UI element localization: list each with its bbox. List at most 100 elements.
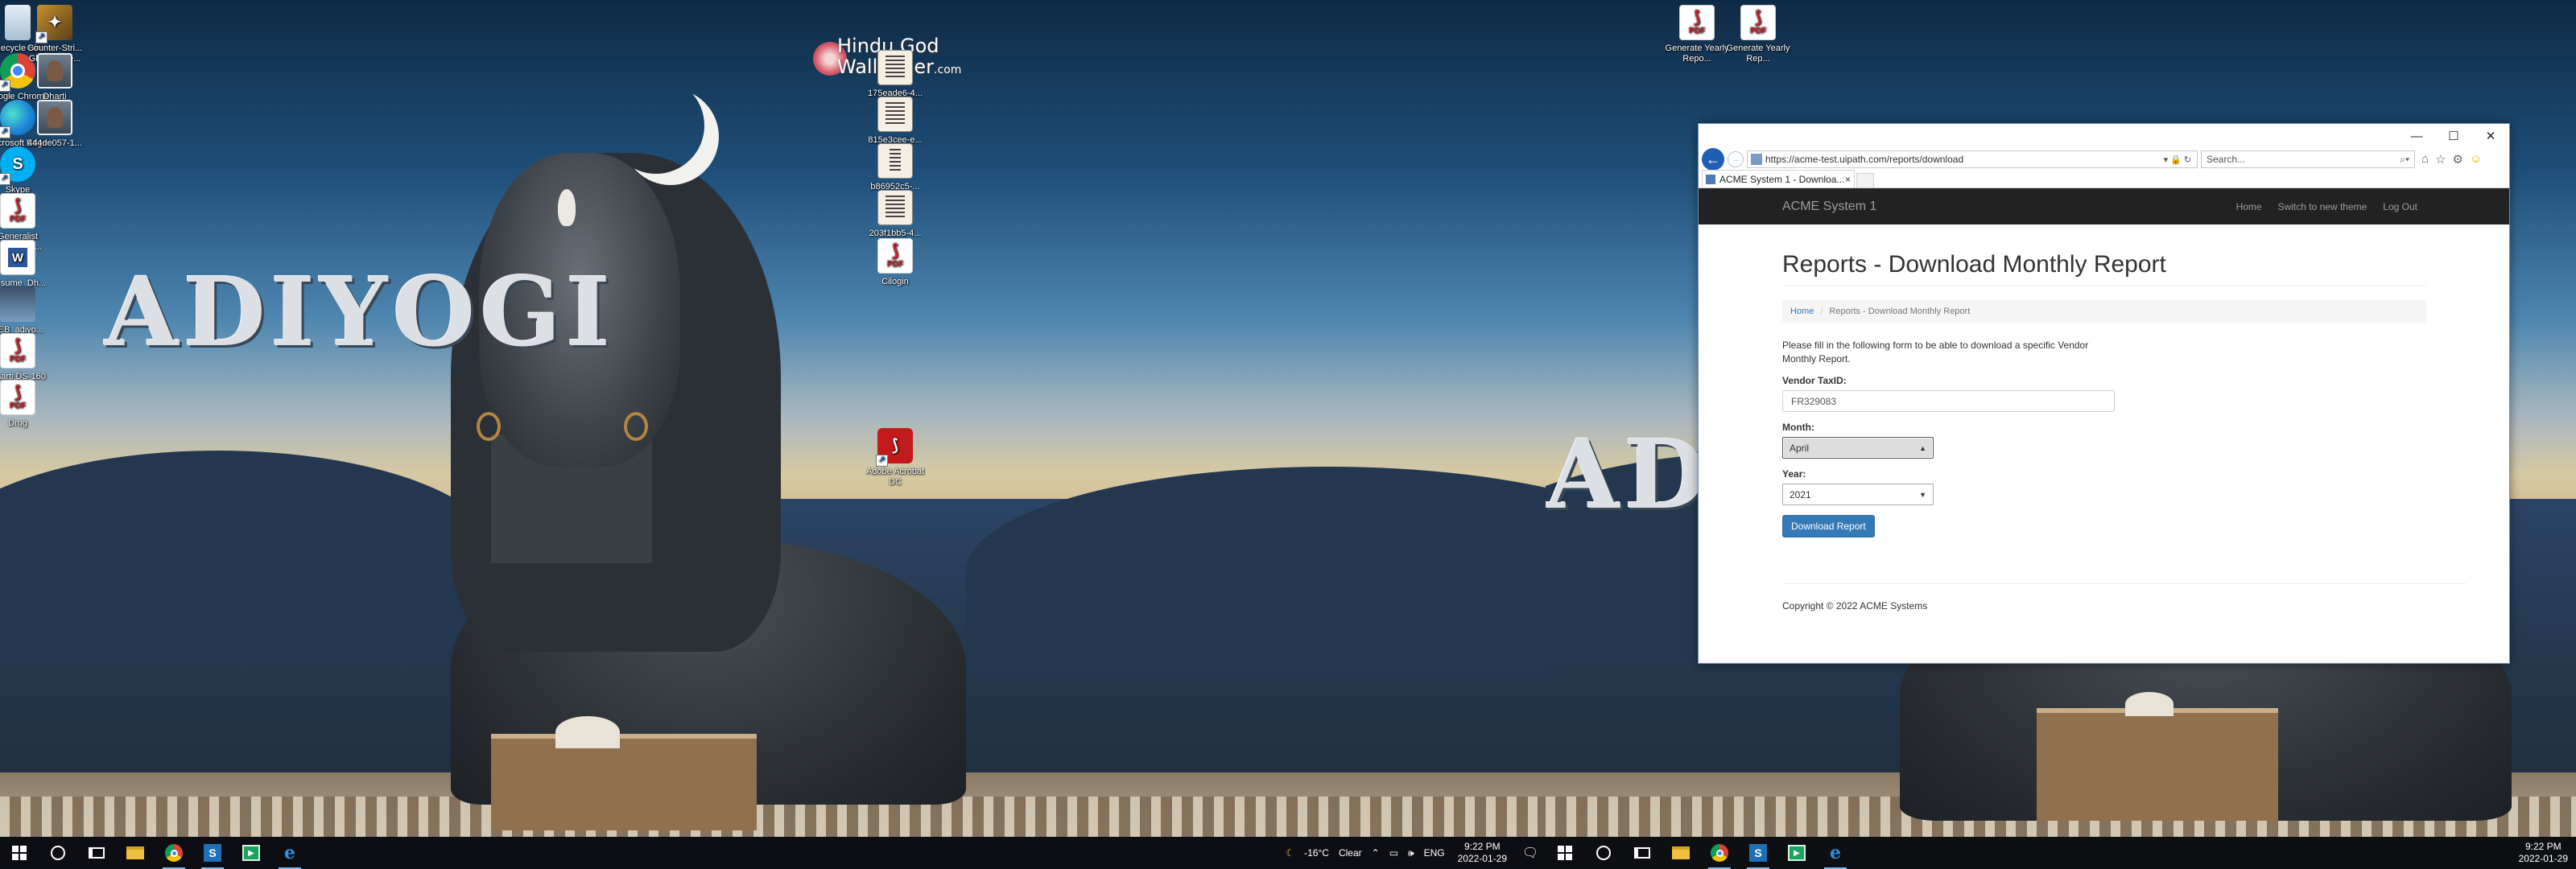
caret-down-icon: ▼ bbox=[1919, 490, 1926, 499]
game-icon: ✦ bbox=[35, 5, 72, 43]
minimize-button[interactable]: — bbox=[2398, 124, 2435, 148]
desktop-icon-drug[interactable]: PDF Drug bbox=[0, 380, 50, 429]
desktop-icon-image-b86[interactable]: b86952c5-... bbox=[863, 143, 927, 192]
search-box[interactable]: Search... ⌕▾ bbox=[2201, 150, 2415, 168]
year-select[interactable]: 2021 ▼ bbox=[1782, 484, 1934, 505]
page-title: Reports - Download Monthly Report bbox=[1782, 251, 2426, 286]
start-button[interactable] bbox=[0, 837, 39, 869]
desktop-icon-photo-444[interactable]: 444de057-1... bbox=[23, 100, 87, 149]
clock[interactable]: 9:22 PM 2022-01-29 bbox=[1450, 841, 1515, 865]
start-button-right[interactable] bbox=[1546, 837, 1584, 869]
desktop-icon-scan-175[interactable]: 175eade6-4... bbox=[863, 50, 927, 99]
vendor-taxid-input[interactable]: FR329083 bbox=[1782, 390, 2115, 412]
home-icon[interactable]: ⌂ bbox=[2421, 152, 2429, 167]
taskbar-chrome[interactable] bbox=[155, 837, 193, 869]
skype-icon: S bbox=[0, 146, 35, 185]
nav-logout[interactable]: Log Out bbox=[2375, 201, 2425, 212]
url-text[interactable]: https://acme-test.uipath.com/reports/dow… bbox=[1765, 154, 1963, 165]
desktop-icon-generate-yearly-2[interactable]: PDF Generate Yearly Rep... bbox=[1726, 5, 1790, 64]
cortana-button-right[interactable] bbox=[1584, 837, 1623, 869]
user-photo-icon bbox=[37, 100, 72, 135]
weather-temp[interactable]: -16°C bbox=[1299, 847, 1334, 859]
taskbar-chrome-right[interactable] bbox=[1700, 837, 1739, 869]
taskbar-uipath-studio[interactable]: S bbox=[193, 837, 232, 869]
breadcrumb-home[interactable]: Home bbox=[1790, 307, 1814, 316]
weather-text[interactable]: Clear bbox=[1334, 847, 1367, 859]
taskbar-right: S ▶ e 9:22 PM 2022-01-29 bbox=[1546, 837, 2576, 869]
taskbar-media-player[interactable]: ▶ bbox=[232, 837, 270, 869]
tab-acme-download[interactable]: ACME System 1 - Downloa... × bbox=[1702, 170, 1855, 187]
breadcrumb-separator: / bbox=[1820, 307, 1823, 316]
pdf-icon: PDF bbox=[0, 333, 35, 369]
site-navbar: ACME System 1 Home Switch to new theme L… bbox=[1699, 188, 2509, 224]
back-button[interactable]: ← bbox=[1702, 148, 1724, 171]
caret-down-icon: ▲ bbox=[1919, 443, 1926, 452]
acrobat-icon: ⟆ bbox=[876, 428, 913, 467]
task-view-button-right[interactable] bbox=[1623, 837, 1662, 869]
site-favicon-icon bbox=[1751, 154, 1762, 165]
pdf-icon: PDF bbox=[1740, 5, 1776, 40]
word-icon: W bbox=[0, 240, 35, 275]
media-player-icon: ▶ bbox=[242, 845, 260, 861]
chevron-up-icon[interactable]: ⌃ bbox=[1367, 847, 1385, 859]
desktop-icon-skype[interactable]: S Skype bbox=[0, 146, 50, 196]
image-icon bbox=[0, 286, 35, 322]
site-brand[interactable]: ACME System 1 bbox=[1782, 200, 1876, 214]
year-label: Year: bbox=[1782, 468, 1806, 480]
desktop-icon-deb-adiyogi[interactable]: DEB_adiyo... bbox=[0, 286, 50, 336]
desktop-icon-scan-815[interactable]: 815e3cee-e... bbox=[863, 97, 927, 146]
month-label: Month: bbox=[1782, 422, 1814, 433]
taskbar-uipath-studio-right[interactable]: S bbox=[1739, 837, 1777, 869]
footer-copyright: Copyright © 2022 ACME Systems bbox=[1782, 600, 1928, 612]
desktop-icon-acrobat[interactable]: ⟆ Adobe Acrobat DC bbox=[863, 428, 927, 488]
desktop-left: ADIYOGI Hindu God Wallpaper.com Recycle … bbox=[0, 0, 1546, 869]
desktop-icon-scan-203[interactable]: 203f1bb5-4... bbox=[863, 190, 927, 239]
document-scan-icon bbox=[877, 50, 913, 85]
month-select[interactable]: April ▲ bbox=[1782, 437, 1934, 459]
task-view-button[interactable] bbox=[77, 837, 116, 869]
notification-icon[interactable]: 🗨 bbox=[1515, 837, 1546, 869]
language-indicator[interactable]: ENG bbox=[1419, 847, 1450, 859]
vendor-taxid-label: Vendor TaxID: bbox=[1782, 375, 1847, 386]
new-tab-button[interactable] bbox=[1856, 173, 1874, 187]
weather-moon-icon[interactable]: ☾ bbox=[1281, 847, 1299, 859]
search-circle-icon bbox=[51, 846, 65, 860]
taskbar-media-player-right[interactable]: ▶ bbox=[1777, 837, 1816, 869]
document-scan-icon bbox=[877, 190, 913, 225]
tab-close-icon[interactable]: × bbox=[1845, 174, 1851, 185]
nav-home[interactable]: Home bbox=[2228, 201, 2270, 212]
close-button[interactable]: ✕ bbox=[2472, 124, 2509, 148]
desktop-icon-generate-yearly-1[interactable]: PDF Generate Yearly Repo... bbox=[1665, 5, 1729, 64]
desktop-icon-resume[interactable]: W Resume_Dh... bbox=[0, 240, 50, 289]
breadcrumb-current: Reports - Download Monthly Report bbox=[1829, 307, 1971, 316]
cortana-button[interactable] bbox=[39, 837, 77, 869]
address-bar[interactable]: https://acme-test.uipath.com/reports/dow… bbox=[1747, 150, 2198, 168]
pdf-icon: PDF bbox=[0, 193, 35, 229]
maximize-button[interactable]: ☐ bbox=[2435, 124, 2472, 148]
taskbar-file-explorer[interactable] bbox=[116, 837, 155, 869]
nav-switch-theme[interactable]: Switch to new theme bbox=[2270, 201, 2376, 212]
desktop-icon-cilogin[interactable]: PDF Cilogin bbox=[863, 238, 927, 287]
favorites-star-icon[interactable]: ☆ bbox=[2435, 152, 2446, 167]
taskbar-internet-explorer-right[interactable]: e bbox=[1816, 837, 1855, 869]
chrome-icon bbox=[165, 844, 183, 862]
desktop-icon-dharti-photo[interactable]: Dharti bbox=[23, 53, 87, 102]
pdf-icon: PDF bbox=[0, 380, 35, 415]
browser-tools: ⌂ ☆ ⚙ ☺ bbox=[2418, 152, 2482, 167]
internet-explorer-icon: e bbox=[284, 842, 295, 863]
clock-right[interactable]: 9:22 PM 2022-01-29 bbox=[2511, 841, 2576, 865]
pdf-icon: PDF bbox=[877, 238, 913, 274]
taskbar-internet-explorer[interactable]: e bbox=[270, 837, 309, 869]
search-icon[interactable]: ⌕▾ bbox=[2400, 154, 2409, 166]
feedback-smiley-icon[interactable]: ☺ bbox=[2470, 152, 2482, 167]
network-icon[interactable]: ▭ bbox=[1385, 847, 1403, 859]
download-report-button[interactable]: Download Report bbox=[1782, 515, 1875, 537]
speaker-icon[interactable]: 🕪 bbox=[1403, 847, 1419, 859]
forward-button[interactable]: → bbox=[1728, 151, 1744, 167]
settings-gear-icon[interactable]: ⚙ bbox=[2453, 152, 2463, 167]
taskbar-file-explorer-right[interactable] bbox=[1662, 837, 1700, 869]
tab-favicon-icon bbox=[1706, 174, 1715, 184]
desktop-icon-dharti-ds160[interactable]: PDF Dharti DS-160 bbox=[0, 333, 50, 382]
search-circle-icon bbox=[1596, 846, 1611, 860]
address-tools-icons[interactable]: ▾🔒↻ bbox=[2164, 154, 2194, 165]
